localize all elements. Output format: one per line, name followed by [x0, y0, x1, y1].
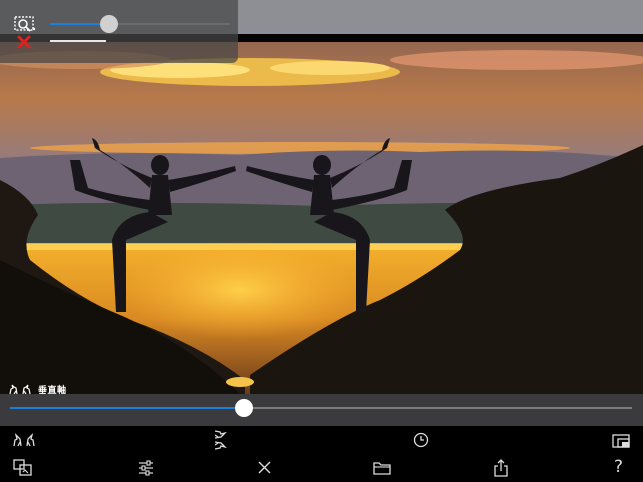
help-button[interactable]: ? [614, 457, 623, 477]
axis-control-bar [0, 394, 643, 426]
crop-copy-icon[interactable] [13, 459, 33, 477]
mirror-horizontal-icon[interactable] [12, 433, 36, 447]
zoom-panel [0, 0, 238, 63]
folder-icon[interactable] [373, 461, 391, 475]
close-icon[interactable] [258, 461, 271, 474]
timer-icon[interactable] [413, 432, 429, 448]
zoom-slider-track[interactable] [50, 23, 230, 25]
zoom-slider-knob[interactable] [100, 15, 119, 33]
mirror-vertical-icon[interactable] [213, 429, 227, 451]
layers-icon[interactable] [612, 434, 630, 448]
axis-slider-track[interactable] [10, 407, 632, 409]
bottom-toolbar: ? [0, 426, 643, 482]
axis-slider-fill [10, 407, 245, 409]
share-icon[interactable] [494, 459, 508, 477]
close-icon[interactable] [16, 34, 32, 50]
zoom-sub-indicator [50, 40, 106, 42]
sliders-icon[interactable] [138, 460, 154, 476]
zoom-preview-icon[interactable] [14, 16, 36, 33]
